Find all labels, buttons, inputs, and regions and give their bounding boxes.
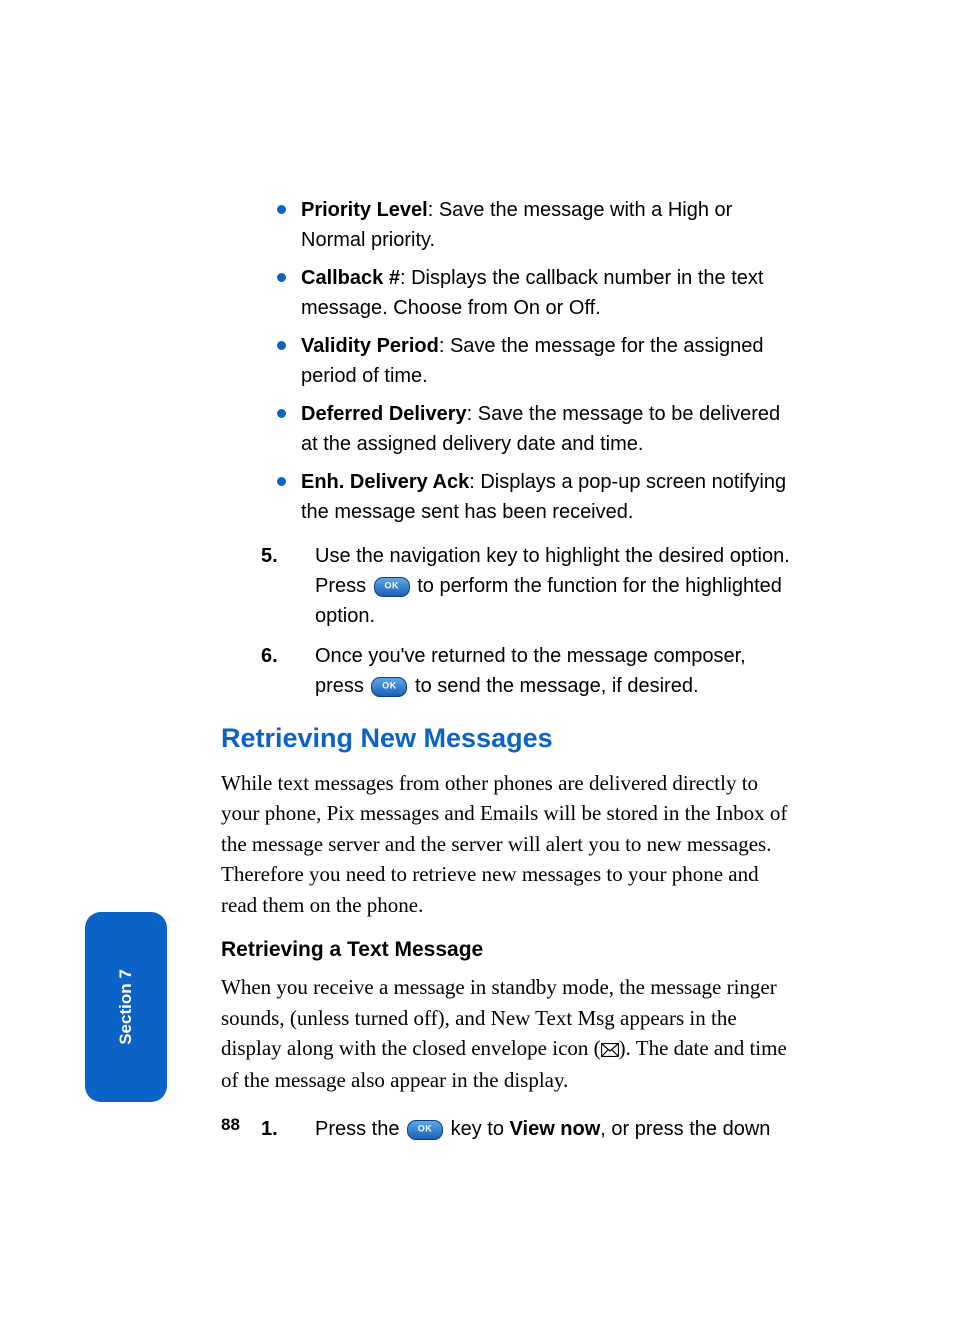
numbered-steps: 5.Use the navigation key to highlight th… <box>261 541 791 701</box>
step-text-after: to send the message, if desired. <box>409 675 698 697</box>
bullet-item: Deferred Delivery: Save the message to b… <box>277 399 791 459</box>
sub-heading: Retrieving a Text Message <box>221 938 791 962</box>
ok-key-icon <box>407 1120 443 1140</box>
bullet-term: Enh. Delivery Ack <box>301 471 469 493</box>
page-number: 88 <box>221 1115 240 1135</box>
step-item: 5.Use the navigation key to highlight th… <box>261 541 791 631</box>
step-item: 1. Press the key to View now, or press th… <box>261 1114 791 1144</box>
bullet-item: Priority Level: Save the message with a … <box>277 195 791 255</box>
body-paragraph: While text messages from other phones ar… <box>221 768 791 920</box>
step-text: key to <box>445 1118 509 1140</box>
bullet-term: Deferred Delivery <box>301 403 467 425</box>
bullet-item: Callback #: Displays the callback number… <box>277 263 791 323</box>
ok-key-icon <box>371 677 407 697</box>
numbered-steps: 1. Press the key to View now, or press th… <box>261 1114 791 1144</box>
bullet-term: Validity Period <box>301 335 439 357</box>
step-text: Press the <box>315 1118 405 1140</box>
ok-key-icon <box>374 577 410 597</box>
step-number: 1. <box>261 1114 278 1144</box>
step-number: 5. <box>261 541 278 571</box>
document-page: { "bullets": [ {"term": "Priority Level"… <box>0 0 954 1319</box>
section-heading: Retrieving New Messages <box>221 723 791 754</box>
bullet-item: Enh. Delivery Ack: Displays a pop-up scr… <box>277 467 791 527</box>
step-bold: View now <box>510 1118 601 1140</box>
bullet-item: Validity Period: Save the message for th… <box>277 331 791 391</box>
page-content: Priority Level: Save the message with a … <box>221 195 791 1144</box>
section-tab-label: Section 7 <box>116 969 136 1045</box>
section-tab: Section 7 <box>85 912 167 1102</box>
envelope-icon <box>601 1035 619 1065</box>
bullet-term: Callback # <box>301 267 400 289</box>
bullet-list: Priority Level: Save the message with a … <box>277 195 791 527</box>
bullet-term: Priority Level <box>301 199 428 221</box>
body-paragraph: When you receive a message in standby mo… <box>221 972 791 1096</box>
step-number: 6. <box>261 641 278 671</box>
step-text: , or press the down <box>600 1118 770 1140</box>
step-item: 6.Once you've returned to the message co… <box>261 641 791 701</box>
